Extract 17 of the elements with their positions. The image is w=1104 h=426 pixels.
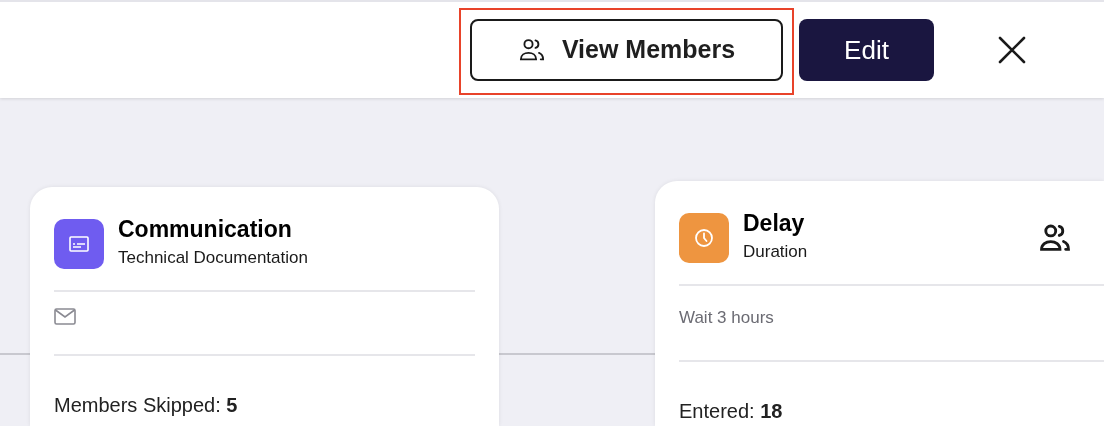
node-title: Communication [118,215,292,243]
node-card[interactable]: Communication Technical Documentation Members Skipped: 5 [30,187,499,426]
node-card[interactable]: Delay Duration Wait 3 hours Entered: 18 [655,181,1104,426]
node-subtitle: Technical Documentation [118,247,308,269]
edit-button[interactable]: Edit [799,19,934,81]
close-icon [998,36,1026,64]
node-subtitle: Duration [743,241,808,263]
node-detail: Wait 3 hours [679,307,774,330]
message-icon [69,236,89,252]
node-stat: Entered: 18 [679,399,783,424]
mail-icon [54,308,76,325]
node-title: Delay [743,209,805,237]
connector-line [0,353,30,355]
node-stat: Members Skipped: 5 [54,393,238,418]
close-button[interactable] [996,34,1028,66]
view-members-button[interactable]: View Members [470,19,783,81]
clock-icon [694,228,714,248]
